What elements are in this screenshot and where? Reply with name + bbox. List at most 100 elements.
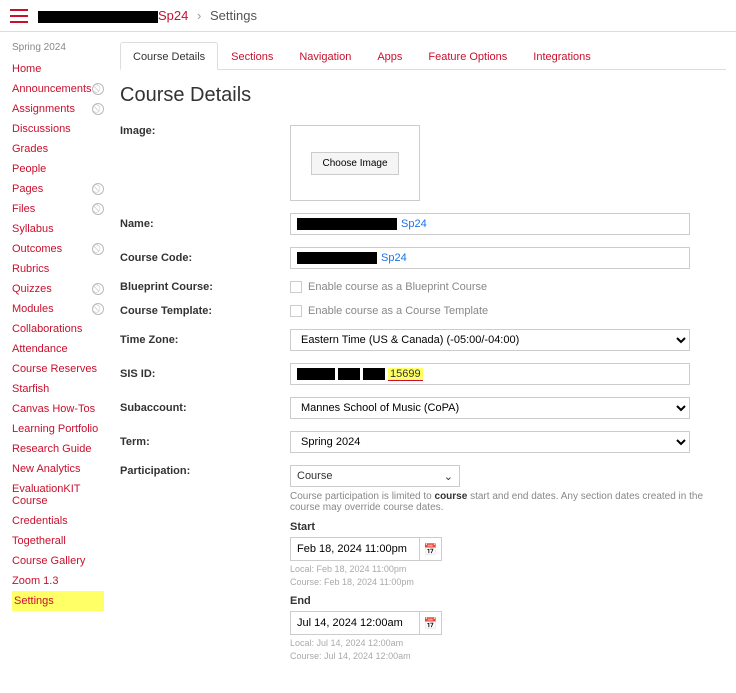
page-title: Course Details [120, 84, 726, 107]
breadcrumb: Sp24 › Settings [38, 8, 257, 23]
hidden-icon: ⃠ [92, 243, 104, 255]
course-code-input[interactable]: Sp24 [290, 247, 690, 269]
tab-apps[interactable]: Apps [364, 42, 415, 69]
template-text: Enable course as a Course Template [308, 305, 488, 317]
sidebar-item-settings[interactable]: Settings [12, 591, 104, 611]
sidebar-item-people[interactable]: People [12, 159, 104, 179]
participation-value: Course [297, 470, 332, 482]
term-label-field: Term: [120, 436, 290, 448]
sidebar-item-label: Starfish [12, 383, 49, 395]
tab-sections[interactable]: Sections [218, 42, 286, 69]
course-code-suffix: Sp24 [381, 252, 407, 264]
redacted-name [297, 218, 397, 230]
term-label: Spring 2024 [12, 42, 104, 53]
end-date-input[interactable] [290, 611, 420, 635]
tab-feature-options[interactable]: Feature Options [415, 42, 520, 69]
sidebar-item-course-reserves[interactable]: Course Reserves [12, 359, 104, 379]
sis-id-highlight: 15699 [388, 368, 423, 381]
calendar-icon[interactable]: 📅 [420, 611, 442, 635]
timezone-label: Time Zone: [120, 334, 290, 346]
sidebar-item-zoom-1-3[interactable]: Zoom 1.3 [12, 571, 104, 591]
sidebar-item-discussions[interactable]: Discussions [12, 119, 104, 139]
sidebar-item-label: Togetherall [12, 535, 66, 547]
sidebar-item-files[interactable]: Files⃠ [12, 199, 104, 219]
sidebar-item-label: Learning Portfolio [12, 423, 98, 435]
sidebar-item-label: New Analytics [12, 463, 80, 475]
end-note-local: Local: Jul 14, 2024 12:00am [290, 638, 720, 648]
start-date-input[interactable] [290, 537, 420, 561]
sidebar-item-label: Outcomes [12, 243, 62, 255]
sidebar-item-outcomes[interactable]: Outcomes⃠ [12, 239, 104, 259]
course-name-suffix: Sp24 [401, 218, 427, 230]
sidebar-item-modules[interactable]: Modules⃠ [12, 299, 104, 319]
end-note-course: Course: Jul 14, 2024 12:00am [290, 651, 720, 661]
sidebar-item-label: Modules [12, 303, 54, 315]
redacted-code [297, 252, 377, 264]
term-select[interactable]: Spring 2024 [290, 431, 690, 453]
sidebar-item-announcements[interactable]: Announcements⃠ [12, 79, 104, 99]
hidden-icon: ⃠ [92, 203, 104, 215]
start-note-course: Course: Feb 18, 2024 11:00pm [290, 577, 720, 587]
sidebar-item-label: Assignments [12, 103, 75, 115]
sidebar-item-new-analytics[interactable]: New Analytics [12, 459, 104, 479]
tab-integrations[interactable]: Integrations [520, 42, 603, 69]
choose-image-button[interactable]: Choose Image [311, 152, 398, 175]
settings-tabs: Course DetailsSectionsNavigationAppsFeat… [120, 42, 726, 70]
calendar-icon[interactable]: 📅 [420, 537, 442, 561]
course-code-label: Course Code: [120, 252, 290, 264]
sidebar-item-grades[interactable]: Grades [12, 139, 104, 159]
sidebar-item-label: Rubrics [12, 263, 49, 275]
sidebar-item-label: Syllabus [12, 223, 54, 235]
sidebar-item-course-gallery[interactable]: Course Gallery [12, 551, 104, 571]
sidebar-item-collaborations[interactable]: Collaborations [12, 319, 104, 339]
subaccount-select[interactable]: Mannes School of Music (CoPA) [290, 397, 690, 419]
breadcrumb-course[interactable]: Sp24 [38, 8, 192, 23]
hidden-icon: ⃠ [92, 183, 104, 195]
sidebar-item-label: Course Gallery [12, 555, 85, 567]
sidebar-item-label: Settings [14, 595, 54, 607]
blueprint-checkbox[interactable] [290, 281, 302, 293]
template-checkbox[interactable] [290, 305, 302, 317]
hidden-icon: ⃠ [92, 103, 104, 115]
sidebar-item-label: Course Reserves [12, 363, 97, 375]
sidebar-item-rubrics[interactable]: Rubrics [12, 259, 104, 279]
sidebar-item-label: Canvas How-Tos [12, 403, 95, 415]
redacted-course-name [38, 11, 158, 23]
hidden-icon: ⃠ [92, 303, 104, 315]
sidebar-item-pages[interactable]: Pages⃠ [12, 179, 104, 199]
hidden-icon: ⃠ [92, 83, 104, 95]
sidebar-item-label: Grades [12, 143, 48, 155]
sidebar-item-label: Collaborations [12, 323, 82, 335]
start-note-local: Local: Feb 18, 2024 11:00pm [290, 564, 720, 574]
course-name-input[interactable]: Sp24 [290, 213, 690, 235]
sidebar-item-learning-portfolio[interactable]: Learning Portfolio [12, 419, 104, 439]
hamburger-icon[interactable] [10, 9, 28, 23]
sidebar-item-label: Announcements [12, 83, 92, 95]
sidebar-item-assignments[interactable]: Assignments⃠ [12, 99, 104, 119]
sidebar-item-evaluationkit-course[interactable]: EvaluationKIT Course [12, 479, 104, 511]
breadcrumb-course-suffix: Sp24 [158, 8, 188, 23]
end-label: End [290, 595, 720, 607]
sidebar-item-home[interactable]: Home [12, 59, 104, 79]
sidebar-item-syllabus[interactable]: Syllabus [12, 219, 104, 239]
sidebar-item-credentials[interactable]: Credentials [12, 511, 104, 531]
sidebar-item-attendance[interactable]: Attendance [12, 339, 104, 359]
sidebar-item-togetherall[interactable]: Togetherall [12, 531, 104, 551]
sidebar-item-research-guide[interactable]: Research Guide [12, 439, 104, 459]
tab-navigation[interactable]: Navigation [286, 42, 364, 69]
participation-select[interactable]: Course ⌄ [290, 465, 460, 487]
sidebar-item-canvas-how-tos[interactable]: Canvas How-Tos [12, 399, 104, 419]
sis-id-label: SIS ID: [120, 368, 290, 380]
timezone-select[interactable]: Eastern Time (US & Canada) (-05:00/-04:0… [290, 329, 690, 351]
template-checkbox-row: Enable course as a Course Template [290, 305, 690, 317]
sidebar-item-label: Credentials [12, 515, 68, 527]
sis-id-input[interactable]: 15699 [290, 363, 690, 385]
sidebar-item-quizzes[interactable]: Quizzes⃠ [12, 279, 104, 299]
sidebar-item-label: Pages [12, 183, 43, 195]
main-content: Course DetailsSectionsNavigationAppsFeat… [110, 32, 736, 693]
sidebar-item-label: EvaluationKIT Course [12, 483, 104, 507]
sidebar-item-starfish[interactable]: Starfish [12, 379, 104, 399]
tab-course-details[interactable]: Course Details [120, 42, 218, 70]
sidebar-item-label: People [12, 163, 46, 175]
top-bar: Sp24 › Settings [0, 0, 736, 32]
